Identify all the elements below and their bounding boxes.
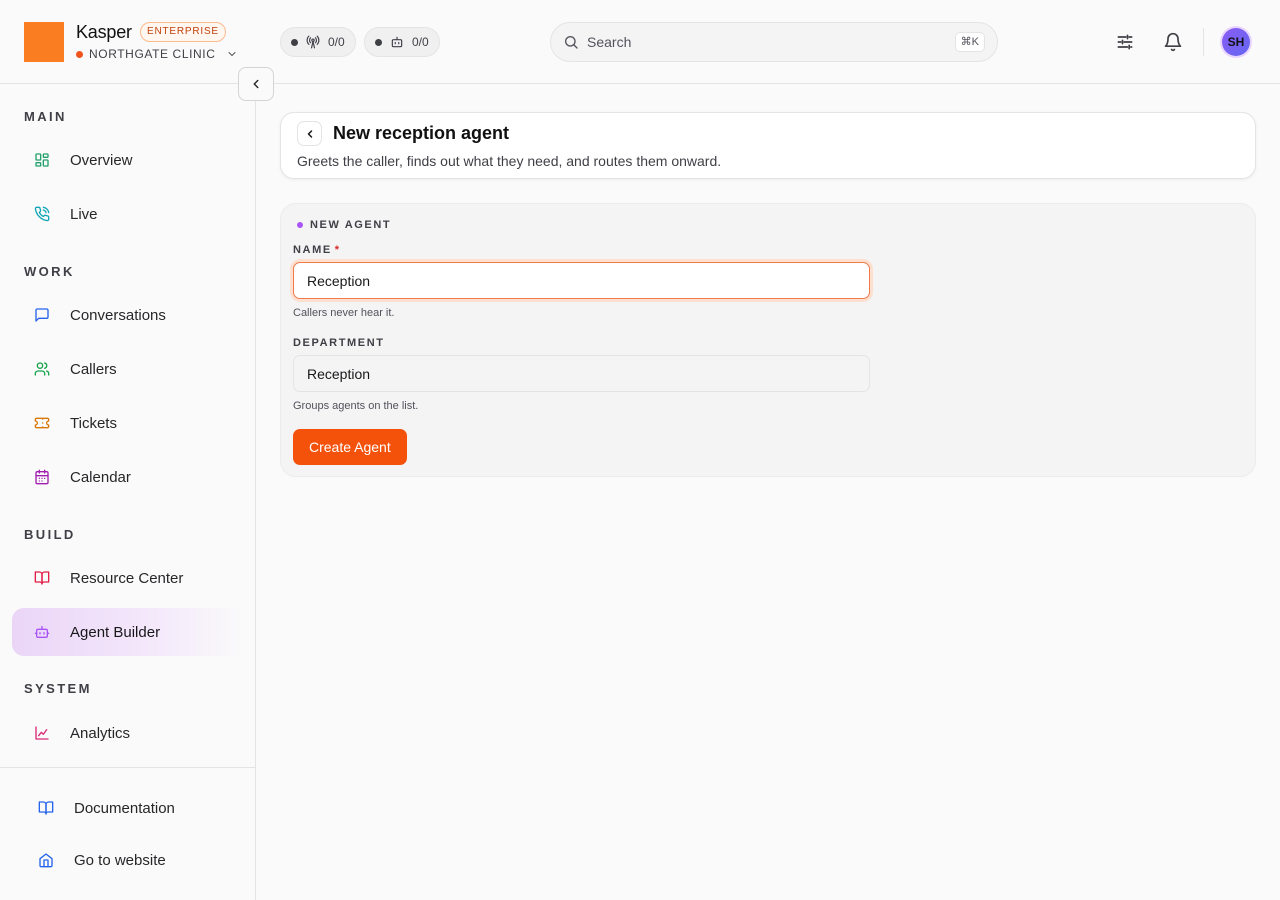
message-square-icon <box>35 308 49 322</box>
sidebar-item-live[interactable]: Live <box>12 190 244 238</box>
chevron-left-icon <box>253 79 259 89</box>
org-name: NORTHGATE CLINIC <box>89 47 216 61</box>
section-label-system: SYSTEM <box>24 681 92 696</box>
website-link[interactable]: Go to website <box>12 838 244 882</box>
page-header: New reception agent Greets the caller, f… <box>280 112 1256 179</box>
search-bar[interactable]: ⌘K <box>550 22 998 62</box>
name-field[interactable] <box>293 262 870 299</box>
sidebar-item-label: Agent Builder <box>70 623 161 641</box>
back-button[interactable] <box>297 121 322 146</box>
users-icon <box>34 362 50 376</box>
department-field[interactable] <box>293 355 870 392</box>
layout-grid-icon <box>35 153 49 167</box>
live-count: 0/0 <box>328 35 345 49</box>
org-switcher[interactable]: NORTHGATE CLINIC <box>76 47 238 61</box>
collapse-sidebar-button[interactable] <box>238 67 274 101</box>
name-label: NAME * <box>293 244 341 256</box>
divider <box>0 767 256 768</box>
top-bar: Kasper ENTERPRISE NORTHGATE CLINIC 0/0 0… <box>0 0 1280 84</box>
department-hint: Groups agents on the list. <box>293 400 419 412</box>
filters-button[interactable] <box>1113 30 1137 54</box>
sliders-icon <box>1117 34 1133 50</box>
required-marker: * <box>334 244 341 256</box>
new-agent-form: NEW AGENT NAME* Callers never hear it. D… <box>280 203 1256 477</box>
search-icon <box>565 36 578 49</box>
department-label: DEPARTMENT <box>293 337 385 349</box>
page-subtitle: Greets the caller, finds out what they n… <box>297 153 722 169</box>
agents-status-pill[interactable]: 0/0 <box>364 27 440 57</box>
section-label-build: BUILD <box>24 527 76 542</box>
notifications-button[interactable] <box>1161 30 1185 54</box>
home-icon <box>39 853 53 868</box>
bot-icon <box>34 626 50 638</box>
radio-tower-icon <box>306 35 320 49</box>
sidebar-item-calendar[interactable]: Calendar <box>12 453 244 501</box>
bell-icon <box>1164 32 1182 52</box>
chevron-left-icon <box>307 129 312 138</box>
sidebar-item-analytics[interactable]: Analytics <box>12 709 244 757</box>
brand-logo[interactable] <box>24 22 64 62</box>
sidebar: MAIN Overview Live WORK Conversations Ca… <box>0 84 256 900</box>
divider <box>1203 28 1204 56</box>
ticket-icon <box>34 417 50 429</box>
sidebar-item-tickets[interactable]: Tickets <box>12 399 244 447</box>
name-label-text: NAME <box>293 244 332 256</box>
calendar-icon <box>35 469 49 485</box>
status-dot <box>291 38 298 46</box>
sidebar-item-label: Calendar <box>70 468 131 486</box>
sidebar-item-label: Callers <box>70 360 117 378</box>
form-eyebrow: NEW AGENT <box>297 219 391 231</box>
sidebar-item-resource-center[interactable]: Resource Center <box>12 554 244 602</box>
name-hint: Callers never hear it. <box>293 307 395 319</box>
documentation-link[interactable]: Documentation <box>12 786 244 830</box>
book-open-icon <box>38 801 54 815</box>
plan-badge: ENTERPRISE <box>140 22 226 42</box>
sidebar-item-conversations[interactable]: Conversations <box>12 291 244 339</box>
sidebar-item-label: Resource Center <box>70 569 184 587</box>
search-input[interactable] <box>587 34 947 50</box>
documentation-label: Documentation <box>74 799 175 817</box>
sidebar-item-label: Tickets <box>70 414 117 432</box>
sidebar-item-label: Conversations <box>70 306 166 324</box>
brand-name: Kasper <box>76 22 132 42</box>
section-label-main: MAIN <box>24 109 67 124</box>
form-eyebrow-label: NEW AGENT <box>310 219 392 231</box>
org-status-dot <box>76 50 83 58</box>
website-label: Go to website <box>74 851 166 869</box>
create-agent-button[interactable]: Create Agent <box>293 429 407 465</box>
live-status-pill[interactable]: 0/0 <box>280 27 356 57</box>
search-shortcut: ⌘K <box>954 32 985 52</box>
section-label-work: WORK <box>24 264 75 279</box>
eyebrow-dot <box>297 222 303 228</box>
sidebar-item-label: Live <box>70 205 98 223</box>
page-title: New reception agent <box>333 123 510 143</box>
phone-call-icon <box>34 206 50 222</box>
chevron-down-icon <box>228 52 236 56</box>
status-dot <box>375 38 382 46</box>
bot-icon <box>391 36 403 48</box>
sidebar-item-agent-builder[interactable]: Agent Builder <box>12 608 244 656</box>
line-chart-icon <box>35 726 49 740</box>
sidebar-item-label: Analytics <box>70 724 131 742</box>
book-open-icon <box>34 571 50 585</box>
agents-count: 0/0 <box>412 35 429 49</box>
sidebar-item-label: Overview <box>70 151 133 169</box>
sidebar-item-callers[interactable]: Callers <box>12 345 244 393</box>
sidebar-item-overview[interactable]: Overview <box>12 136 244 184</box>
avatar[interactable]: SH <box>1222 28 1250 56</box>
